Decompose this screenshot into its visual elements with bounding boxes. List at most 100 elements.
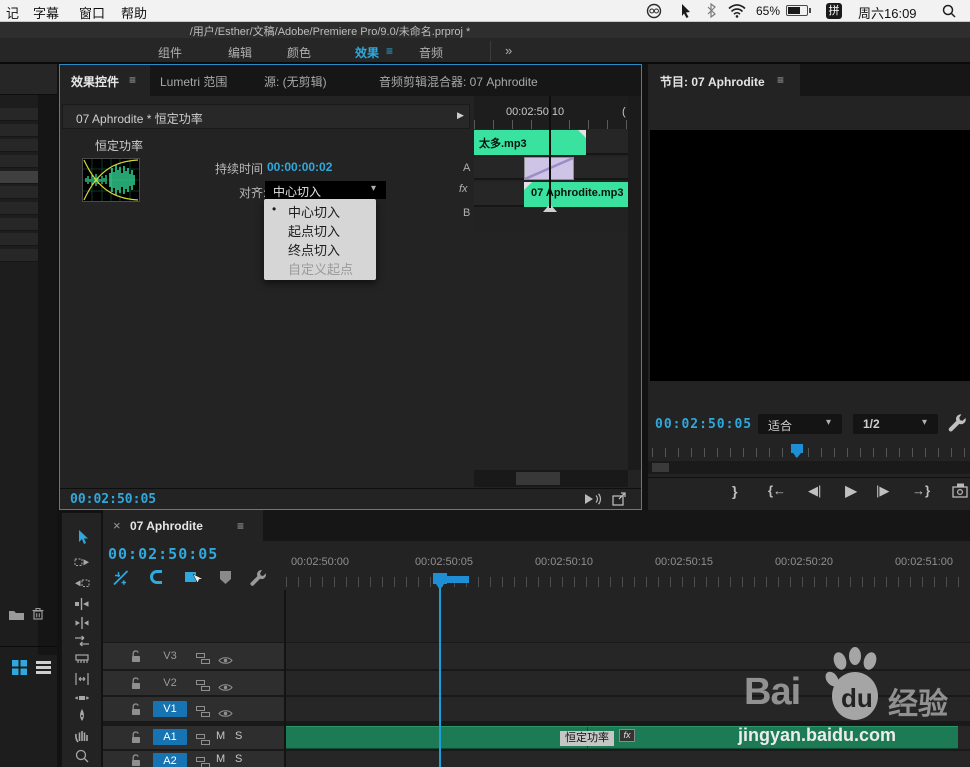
panel-menu-icon[interactable]: ≡ bbox=[777, 73, 784, 87]
timeline-ruler-ticks[interactable] bbox=[286, 577, 970, 587]
ec-scrollbar-track[interactable] bbox=[474, 470, 628, 487]
workspace-tab-audio[interactable]: 音频 bbox=[419, 44, 443, 61]
track-v2-label[interactable]: V2 bbox=[153, 675, 187, 691]
track-v3-label[interactable]: V3 bbox=[153, 648, 187, 664]
workspace-tab-effects-active[interactable]: 效果 bbox=[355, 44, 379, 61]
mute-button[interactable]: M bbox=[216, 753, 225, 765]
lock-icon[interactable] bbox=[131, 677, 142, 695]
sync-lock-icon[interactable] bbox=[196, 755, 210, 767]
app-cursor-icon[interactable] bbox=[680, 3, 692, 24]
list-view-icon[interactable] bbox=[36, 660, 51, 680]
spotlight-search-icon[interactable] bbox=[942, 4, 956, 23]
audio-clip-a1[interactable]: 恒定功率 fx bbox=[286, 726, 958, 749]
lock-icon[interactable] bbox=[131, 754, 142, 767]
tab-audio-clip-mixer[interactable]: 音频剪辑混合器: 07 Aphrodite bbox=[379, 73, 538, 90]
program-timecode[interactable]: 00:02:50:05 bbox=[655, 417, 752, 432]
eye-icon[interactable] bbox=[218, 652, 233, 670]
rate-stretch-tool-icon[interactable] bbox=[73, 632, 91, 650]
program-mini-ruler[interactable] bbox=[652, 448, 968, 457]
lock-icon[interactable] bbox=[131, 650, 142, 668]
program-settings-wrench-icon[interactable] bbox=[946, 412, 968, 439]
menu-item-captions[interactable]: 字幕 bbox=[33, 3, 59, 22]
sync-lock-icon[interactable] bbox=[196, 678, 210, 696]
step-forward-icon[interactable]: |▶ bbox=[876, 483, 889, 499]
zoom-tool-icon[interactable] bbox=[73, 747, 91, 765]
effect-name-label[interactable]: 恒定功率 bbox=[95, 137, 143, 154]
bluetooth-icon[interactable] bbox=[707, 2, 716, 23]
sync-lock-icon[interactable] bbox=[196, 704, 210, 722]
hand-tool-icon[interactable] bbox=[73, 727, 91, 745]
lock-icon[interactable] bbox=[131, 703, 142, 721]
track-select-forward-tool-icon[interactable] bbox=[73, 553, 91, 571]
tab-lumetri-scopes[interactable]: Lumetri 范围 bbox=[160, 73, 227, 90]
eye-icon[interactable] bbox=[218, 705, 233, 723]
fx-badge[interactable]: fx bbox=[619, 729, 635, 742]
mini-playhead-line[interactable] bbox=[549, 96, 551, 208]
pen-tool-icon[interactable] bbox=[73, 707, 91, 725]
play-icon[interactable]: ▶ bbox=[845, 481, 857, 501]
go-to-out-icon[interactable]: →} bbox=[912, 483, 930, 498]
panel-menu-icon[interactable]: ≡ bbox=[129, 73, 136, 87]
list-item[interactable] bbox=[0, 186, 38, 199]
tab-effect-controls-label[interactable]: 效果控件 bbox=[71, 73, 119, 90]
ec-status-timecode[interactable]: 00:02:50:05 bbox=[70, 492, 156, 507]
solo-button[interactable]: S bbox=[235, 730, 242, 742]
selection-tool-icon[interactable] bbox=[73, 528, 91, 546]
mini-timeline-ruler[interactable]: 00:02:50:10 ( bbox=[474, 96, 628, 129]
mute-button[interactable]: M bbox=[216, 730, 225, 742]
ec-scrollbar-thumb[interactable] bbox=[516, 472, 560, 485]
lock-icon[interactable] bbox=[131, 731, 142, 749]
menubar-clock[interactable]: 周六16:09 bbox=[858, 3, 917, 22]
header-expand-arrow-icon[interactable]: ▶ bbox=[457, 110, 464, 121]
track-a1-label-targeted[interactable]: A1 bbox=[153, 729, 187, 745]
tab-timeline-label[interactable]: 07 Aphrodite bbox=[130, 519, 203, 533]
workspace-tab-menu-icon[interactable]: ≡ bbox=[386, 44, 393, 58]
project-scroll-gutter[interactable] bbox=[38, 95, 57, 655]
snap-icon[interactable] bbox=[149, 569, 165, 590]
new-bin-folder-icon[interactable] bbox=[8, 608, 25, 626]
audio-transition-label[interactable]: 恒定功率 bbox=[560, 731, 614, 746]
track-a2-label-targeted[interactable]: A2 bbox=[153, 753, 187, 767]
menu-item-help[interactable]: 帮助 bbox=[121, 3, 147, 22]
creative-cloud-icon[interactable] bbox=[646, 3, 662, 24]
rolling-edit-tool-icon[interactable] bbox=[73, 614, 91, 632]
track-v1-lane[interactable] bbox=[286, 697, 970, 721]
panel-menu-icon[interactable]: ≡ bbox=[237, 519, 244, 533]
razor-tool-icon[interactable] bbox=[73, 651, 91, 669]
menu-item-window[interactable]: 窗口 bbox=[79, 3, 105, 22]
play-audio-transition-icon[interactable] bbox=[583, 492, 603, 511]
list-item[interactable] bbox=[0, 218, 38, 231]
slide-tool-icon[interactable] bbox=[73, 689, 91, 707]
program-scrollbar-track[interactable] bbox=[648, 461, 970, 474]
list-item[interactable] bbox=[0, 108, 38, 121]
go-to-in-icon[interactable]: {← bbox=[768, 483, 786, 498]
list-item-selected[interactable] bbox=[0, 171, 38, 184]
input-method-badge[interactable]: 拼 bbox=[826, 3, 842, 19]
sync-lock-icon[interactable] bbox=[196, 651, 210, 669]
close-icon[interactable]: × bbox=[113, 518, 121, 533]
track-v1-label-targeted[interactable]: V1 bbox=[153, 701, 187, 717]
add-marker-icon[interactable] bbox=[219, 570, 232, 590]
linked-selection-icon[interactable] bbox=[184, 569, 204, 591]
track-v3-lane[interactable] bbox=[286, 643, 970, 669]
workspace-tab-editing[interactable]: 编辑 bbox=[228, 44, 252, 61]
dropdown-item-start-cut[interactable]: 起点切入 bbox=[288, 221, 340, 240]
alignment-dropdown[interactable]: 中心切入 ▾ bbox=[265, 181, 386, 199]
wifi-icon[interactable] bbox=[728, 4, 746, 23]
workspace-overflow-chevrons[interactable]: » bbox=[505, 43, 512, 58]
trash-icon[interactable] bbox=[31, 607, 45, 626]
playback-resolution-dropdown[interactable]: 1/2 ▾ bbox=[853, 414, 938, 434]
effect-clip-header[interactable]: 07 Aphrodite * 恒定功率 ▶ bbox=[62, 104, 470, 129]
track-a2-lane[interactable] bbox=[286, 751, 970, 767]
dropdown-item-custom-start-disabled[interactable]: 自定义起点 bbox=[288, 259, 353, 278]
menu-item-marker[interactable]: 记 bbox=[6, 3, 19, 22]
workspace-tab-color[interactable]: 颜色 bbox=[287, 44, 311, 61]
eye-icon[interactable] bbox=[218, 679, 233, 697]
track-select-backward-tool-icon[interactable] bbox=[73, 574, 91, 592]
dropdown-item-end-cut[interactable]: 终点切入 bbox=[288, 240, 340, 259]
timeline-playhead-bar[interactable] bbox=[447, 576, 469, 583]
export-settings-icon[interactable] bbox=[612, 492, 628, 511]
mark-out-icon[interactable]: } bbox=[732, 483, 737, 499]
workspace-tab-assembly[interactable]: 组件 bbox=[158, 44, 182, 61]
timeline-playhead-line[interactable] bbox=[439, 588, 441, 767]
